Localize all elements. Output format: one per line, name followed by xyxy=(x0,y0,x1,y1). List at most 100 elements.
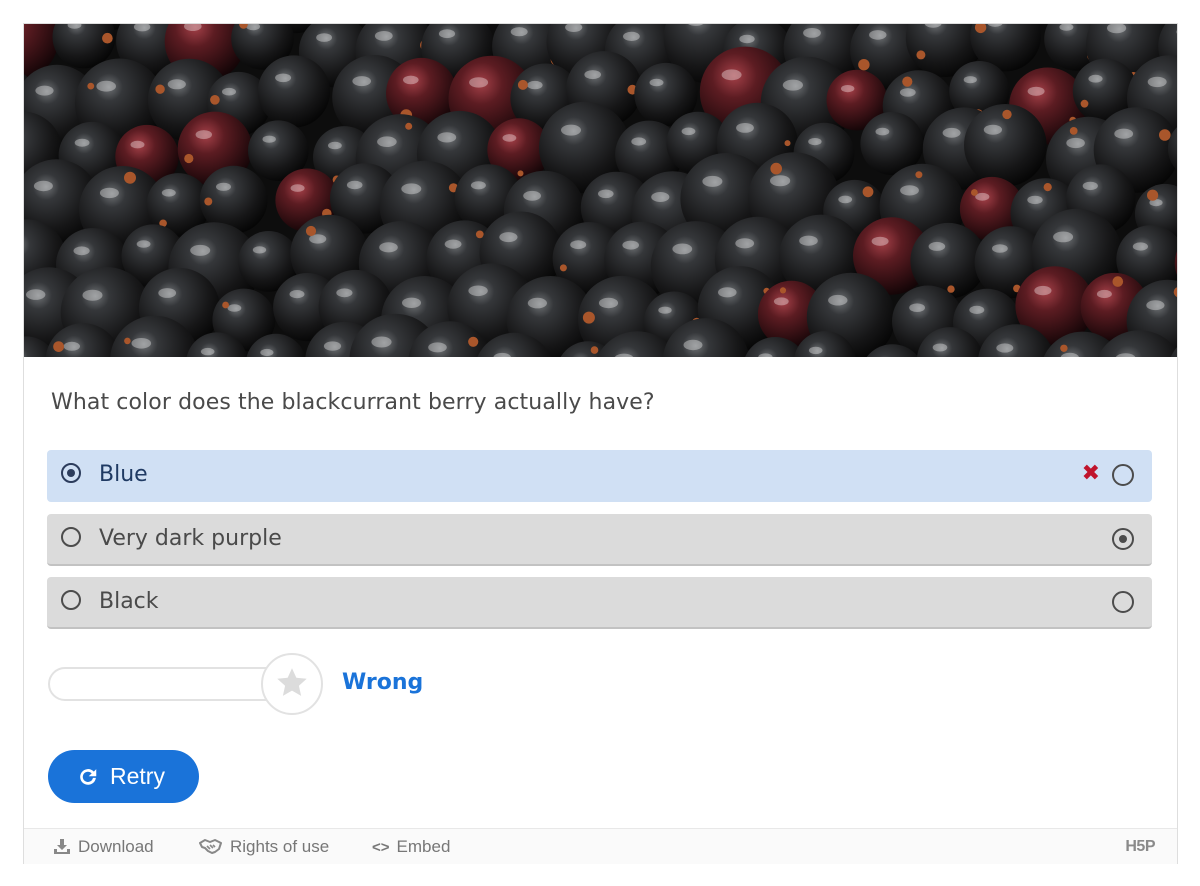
berry-highlight xyxy=(377,136,397,147)
berry-highlight xyxy=(130,140,145,149)
berry-highlight xyxy=(1096,289,1112,299)
unselected-radio-icon xyxy=(61,590,81,610)
berry-highlight xyxy=(799,235,818,246)
score-star-badge xyxy=(261,653,323,715)
berry-highlight xyxy=(82,289,103,301)
berry-highlight xyxy=(290,184,305,192)
berry-stem xyxy=(517,170,524,177)
berry-highlight xyxy=(73,246,90,256)
berry-highlight xyxy=(1147,76,1167,88)
rights-of-use-link[interactable]: Rights of use xyxy=(199,837,329,857)
berry-highlight xyxy=(96,80,116,92)
berry-highlight xyxy=(437,132,457,143)
berry-stem xyxy=(582,311,595,324)
berry-highlight xyxy=(468,285,488,297)
berry-highlight xyxy=(672,243,693,255)
question-text: What color does the blackcurrant berry a… xyxy=(51,390,655,415)
berry-stem xyxy=(1112,276,1124,287)
berry-highlight xyxy=(683,339,703,351)
berry-highlight xyxy=(584,70,601,80)
berry-highlight xyxy=(739,34,755,44)
berry-highlight xyxy=(316,33,332,42)
berry-highlight xyxy=(227,304,242,312)
berry-highlight xyxy=(336,288,353,298)
berry-stem xyxy=(468,336,479,347)
h5p-content-frame: What color does the blackcurrant berry a… xyxy=(23,23,1178,864)
retry-label: Retry xyxy=(110,763,165,789)
berry-highlight xyxy=(871,236,889,246)
berry-highlight xyxy=(195,130,212,140)
berry-highlight xyxy=(428,342,447,353)
berry-highlight xyxy=(1132,242,1148,251)
berry-stem xyxy=(1159,129,1171,141)
download-link[interactable]: Download xyxy=(53,837,154,857)
berry-highlight xyxy=(289,290,305,299)
berry-highlight xyxy=(658,306,672,314)
answer-option-very-dark-purple[interactable]: Very dark purple xyxy=(47,514,1152,566)
berry-highlight xyxy=(622,240,639,250)
berry-highlight xyxy=(841,85,855,93)
berry-stem xyxy=(862,186,874,198)
berry-highlight xyxy=(928,241,946,251)
berry-highlight xyxy=(963,76,977,84)
berry-stem xyxy=(405,122,413,130)
berry-highlight xyxy=(527,80,543,90)
berry-highlight xyxy=(328,141,342,150)
berry-stem xyxy=(858,59,870,71)
berry-highlight xyxy=(1066,137,1085,149)
berry-highlight xyxy=(26,289,46,300)
berry-stem xyxy=(1060,344,1068,352)
feedback-text: Wrong xyxy=(342,670,424,695)
berry-stem xyxy=(1069,127,1078,135)
answer-option-black[interactable]: Black xyxy=(47,577,1152,629)
h5p-logo[interactable]: H5P xyxy=(1125,838,1155,856)
berry-highlight xyxy=(167,79,186,90)
berry-highlight xyxy=(983,124,1003,135)
berry-highlight xyxy=(35,85,54,96)
berry-highlight xyxy=(275,73,292,83)
embed-code-icon: <> xyxy=(372,839,390,856)
embed-link[interactable]: <> Embed xyxy=(372,837,450,857)
berry-stem xyxy=(559,264,567,272)
berry-highlight xyxy=(131,338,152,349)
berry-stem xyxy=(779,287,787,294)
berry-highlight xyxy=(623,31,640,41)
berry-highlight xyxy=(561,124,581,136)
answer-option-blue[interactable]: Blue ✖ xyxy=(47,450,1152,502)
berry-highlight xyxy=(74,138,90,147)
berry-highlight xyxy=(1027,86,1045,96)
berry-stem xyxy=(1147,189,1159,201)
berry-stem xyxy=(204,197,213,206)
berry-highlight xyxy=(808,346,823,355)
berry-highlight xyxy=(401,183,422,195)
berry-stem xyxy=(784,140,791,147)
berry-highlight xyxy=(252,246,267,254)
berry-highlight xyxy=(1088,74,1103,83)
berry-highlight xyxy=(942,127,961,138)
berry-highlight xyxy=(402,297,421,308)
berry-highlight xyxy=(803,28,821,38)
berry-highlight xyxy=(773,297,789,306)
berry-highlight xyxy=(992,244,1008,253)
berry-stem xyxy=(902,76,913,87)
berry-highlight xyxy=(736,123,754,133)
berry-highlight xyxy=(469,77,489,88)
berry-stem xyxy=(971,189,978,196)
berry-highlight xyxy=(932,343,948,352)
retry-button[interactable]: Retry xyxy=(48,750,199,803)
berry-stem xyxy=(124,337,131,345)
berry-highlight xyxy=(996,343,1014,353)
berry-highlight xyxy=(510,27,528,37)
berry-highlight xyxy=(718,287,737,298)
blackcurrant-image xyxy=(24,24,1177,357)
berry-highlight xyxy=(371,336,392,348)
berry-stem xyxy=(1080,99,1089,108)
answer-option-label: Very dark purple xyxy=(99,526,282,551)
berry-highlight xyxy=(838,195,853,204)
berry-highlight xyxy=(782,79,804,91)
berry-highlight xyxy=(909,303,925,313)
berry-highlight xyxy=(499,232,518,243)
berry-highlight xyxy=(570,240,587,250)
berry-highlight xyxy=(352,76,372,87)
berry-highlight xyxy=(346,180,363,190)
